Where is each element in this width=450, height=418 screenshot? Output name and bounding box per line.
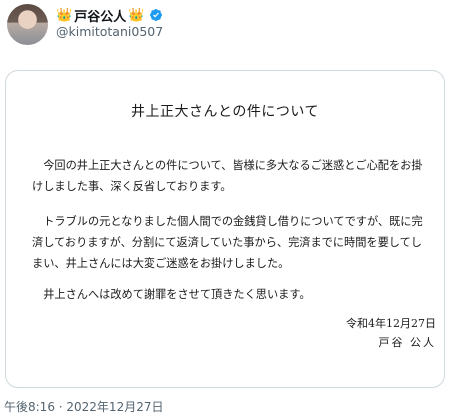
crown-emoji-right: 👑 — [128, 7, 145, 23]
display-name[interactable]: 戸谷公人 — [74, 6, 126, 25]
statement-title: 井上正大さんとの件について — [131, 104, 319, 120]
statement-paragraph: トラブルの元となりました個人間での金銭貸し借りについてですが、既に完済しておりま… — [32, 215, 423, 270]
tweet-header: 👑 戸谷公人 👑 @kimitotani0507 — [0, 0, 450, 50]
avatar[interactable] — [7, 4, 48, 45]
statement-date: 令和4年12月27日 — [346, 317, 436, 330]
statement-paragraph: 井上さんへは改めて謝罪をさせて頂きたく思います。 — [32, 288, 311, 301]
statement-signature: 戸谷 公人 — [378, 336, 436, 349]
verified-badge-icon — [150, 9, 163, 21]
crown-emoji-left: 👑 — [56, 7, 73, 23]
tweet-timestamp[interactable]: 午後8:16 · 2022年12月27日 — [4, 398, 163, 415]
statement-image[interactable]: 井上正大さんとの件について 今回の井上正大さんとの件について、皆様に多大なるご迷… — [5, 70, 445, 388]
statement-document: 井上正大さんとの件について 今回の井上正大さんとの件について、皆様に多大なるご迷… — [6, 71, 444, 387]
user-handle[interactable]: @kimitotani0507 — [56, 24, 163, 39]
statement-paragraph: 今回の井上正大さんとの件について、皆様に多大なるご迷惑とご心配をお掛けしました事… — [32, 159, 423, 193]
display-name-row[interactable]: 👑 戸谷公人 👑 — [56, 6, 163, 25]
